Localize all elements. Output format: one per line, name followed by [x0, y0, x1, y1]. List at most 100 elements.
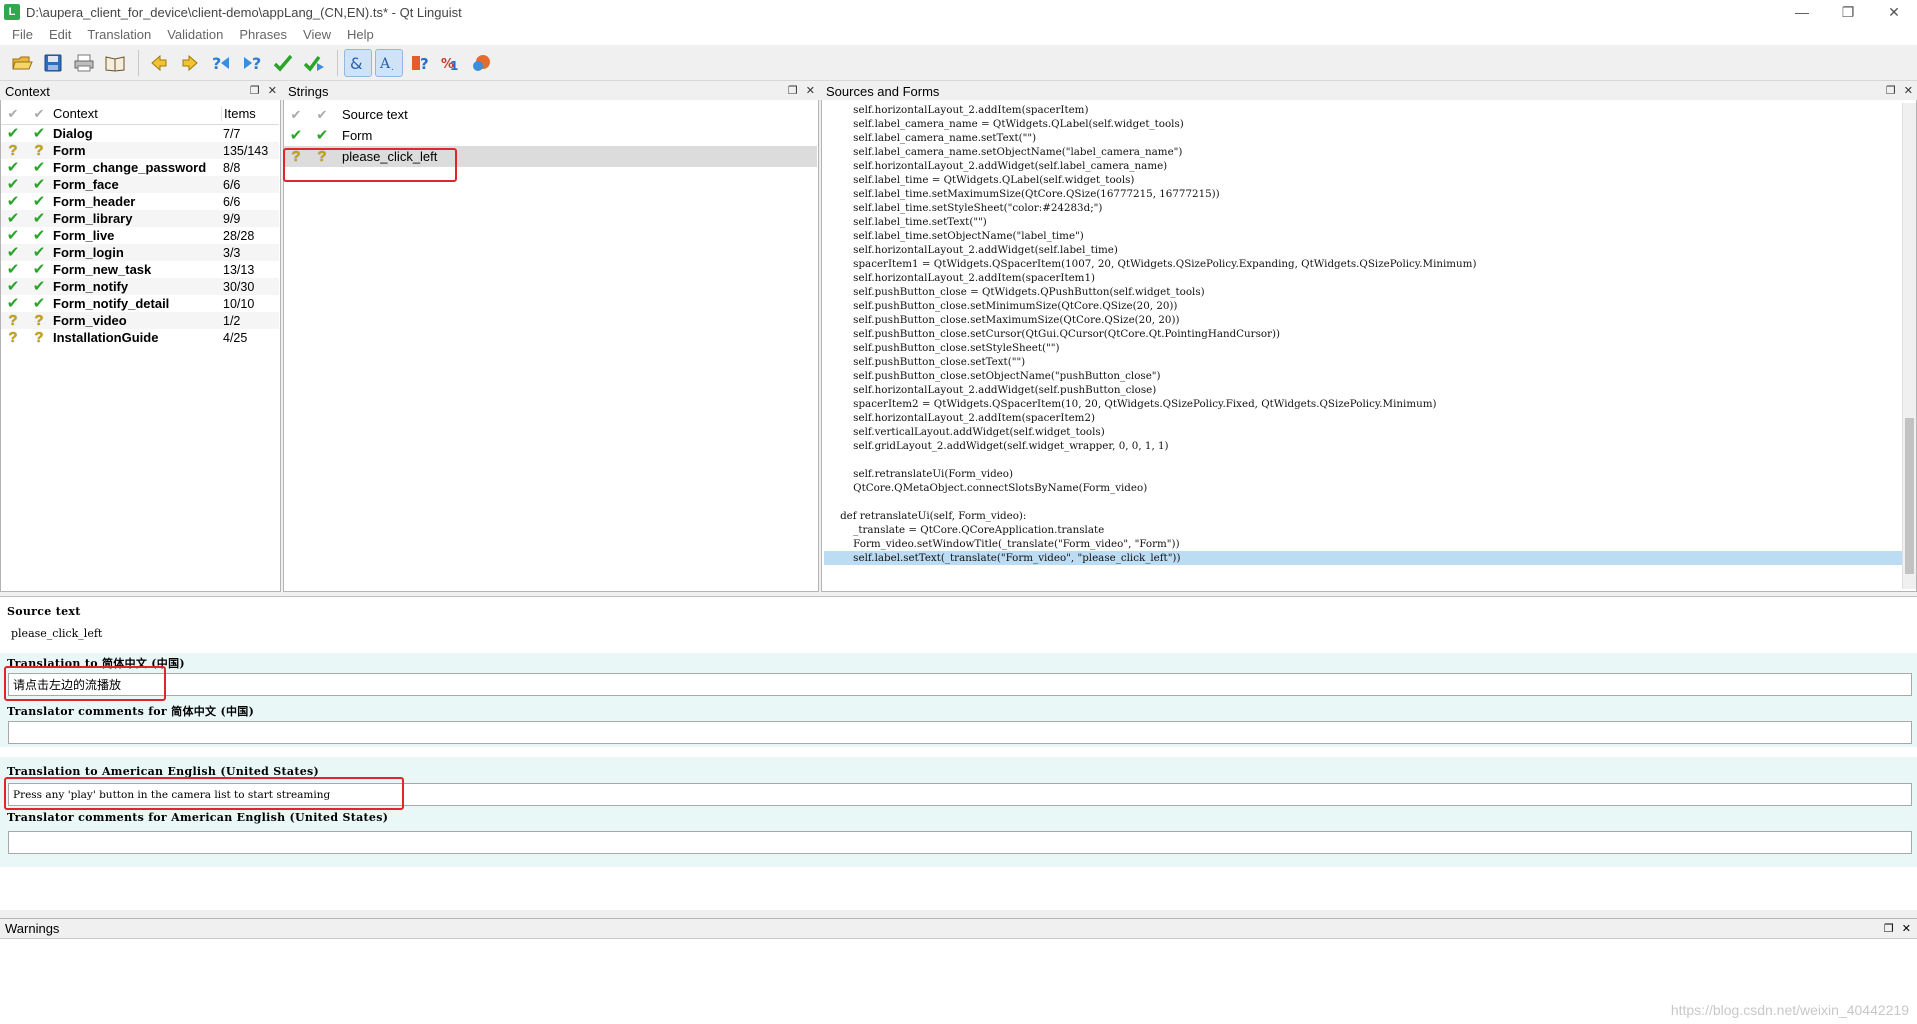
close-icon[interactable]: ✕: [268, 84, 277, 97]
close-icon[interactable]: ✕: [1904, 84, 1913, 97]
menu-view[interactable]: View: [295, 27, 339, 42]
context-items: 1/2: [223, 313, 241, 328]
menu-translation[interactable]: Translation: [79, 27, 159, 42]
code-line: self.label_time.setText(""): [827, 216, 987, 228]
done-check-icon: ✔: [315, 127, 329, 144]
svg-text:.: .: [391, 62, 394, 73]
title-bar: L D:\aupera_client_for_device\client-dem…: [0, 0, 1917, 24]
code-line: self.pushButton_close.setCursor(QtGui.QC…: [827, 328, 1281, 340]
zh-translation-input[interactable]: 请点击左边的流播放: [8, 673, 1912, 696]
code-line: def retranslateUi(self, Form_video):: [827, 510, 1027, 522]
context-items: 30/30: [223, 279, 255, 294]
done-icon[interactable]: [269, 49, 297, 77]
source-scrollbar[interactable]: [1902, 103, 1916, 589]
done-check-icon: ✔: [6, 244, 20, 261]
context-row[interactable]: ✔ ✔ Form_notify_detail 10/10: [1, 295, 279, 312]
code-line: self.gridLayout_2.addWidget(self.widget_…: [827, 440, 1169, 452]
phrasebook-icon[interactable]: [101, 49, 129, 77]
code-line: self.pushButton_close.setMaximumSize(QtC…: [827, 314, 1180, 326]
source-text-label: Source text: [7, 605, 81, 618]
context-row[interactable]: ✔ ✔ Form_login 3/3: [1, 244, 279, 261]
code-line: self.horizontalLayout_2.addWidget(self.p…: [827, 384, 1157, 396]
minimize-button[interactable]: —: [1779, 0, 1825, 24]
context-row[interactable]: ✔ ✔ Form_live 28/28: [1, 227, 279, 244]
context-row[interactable]: ✔ ✔ Form_library 9/9: [1, 210, 279, 227]
code-line: self.retranslateUi(Form_video): [827, 468, 1013, 480]
strings-panel-header: Strings ❐ ✕: [283, 82, 819, 100]
context-row[interactable]: ✔ ✔ Form_notify 30/30: [1, 278, 279, 295]
accelerators-icon[interactable]: &: [344, 48, 372, 77]
unfinished-question-icon: ?: [8, 329, 18, 346]
placeholder-icon[interactable]: % 1: [437, 49, 465, 77]
context-row[interactable]: ?? Form_video 1/2: [1, 312, 279, 329]
open-icon[interactable]: [8, 49, 36, 77]
context-name: Form_change_password: [53, 160, 207, 175]
code-line: spacerItem1 = QtWidgets.QSpacerItem(1007…: [827, 258, 1477, 270]
float-icon[interactable]: ❐: [1884, 922, 1894, 935]
strings-panel-title: Strings: [288, 83, 329, 99]
punctuation-icon[interactable]: A.: [375, 48, 403, 77]
close-icon[interactable]: ✕: [806, 84, 815, 97]
menu-file[interactable]: File: [4, 27, 41, 42]
done-check-icon: ✔: [32, 244, 46, 261]
code-line: self.label_time = QtWidgets.QLabel(self.…: [827, 174, 1135, 186]
done-next-icon[interactable]: [300, 49, 328, 77]
check-icon: ✔: [33, 106, 45, 121]
context-row[interactable]: ?? Form 135/143: [1, 142, 279, 159]
save-icon[interactable]: [39, 49, 67, 77]
context-panel-title: Context: [5, 83, 50, 99]
done-check-icon: ✔: [32, 159, 46, 176]
context-items: 135/143: [223, 143, 269, 158]
next-icon[interactable]: [176, 49, 204, 77]
context-column-header[interactable]: Context: [53, 106, 221, 121]
code-line-highlighted: self.label.setText(_translate("Form_vide…: [824, 551, 1902, 565]
context-name: InstallationGuide: [53, 330, 159, 345]
highlight-box-zh: [4, 666, 166, 701]
context-name: Form_login: [53, 245, 124, 260]
done-check-icon: ✔: [6, 159, 20, 176]
window-title: D:\aupera_client_for_device\client-demo\…: [26, 4, 462, 20]
zh-comments-input[interactable]: [8, 721, 1912, 744]
context-name: Form_library: [53, 211, 133, 226]
menu-edit[interactable]: Edit: [41, 27, 79, 42]
context-row[interactable]: ✔ ✔ Dialog 7/7: [1, 125, 279, 142]
context-row[interactable]: ✔ ✔ Form_new_task 13/13: [1, 261, 279, 278]
menu-phrases[interactable]: Phrases: [231, 27, 295, 42]
sources-panel-title: Sources and Forms: [826, 83, 940, 99]
watermark-text: https://blog.csdn.net/weixin_40442219: [1670, 1002, 1909, 1018]
source-text-column-header[interactable]: Source text: [336, 107, 408, 122]
context-row[interactable]: ✔ ✔ Form_header 6/6: [1, 193, 279, 210]
print-icon[interactable]: [70, 49, 98, 77]
menu-validation[interactable]: Validation: [159, 27, 231, 42]
warnings-panel-title: Warnings: [5, 921, 60, 936]
context-row[interactable]: ✔ ✔ Form_change_password 8/8: [1, 159, 279, 176]
context-items: 6/6: [223, 194, 241, 209]
float-icon[interactable]: ❐: [1886, 84, 1896, 97]
string-row-form[interactable]: ✔ ✔ Form: [284, 125, 817, 146]
float-icon[interactable]: ❐: [250, 84, 260, 97]
close-button[interactable]: ✕: [1871, 0, 1917, 24]
en-comments-input[interactable]: [8, 831, 1912, 854]
next-unfinished-icon[interactable]: ?: [238, 49, 266, 77]
code-line: self.label_camera_name = QtWidgets.QLabe…: [827, 118, 1184, 130]
unfinished-question-icon: ?: [34, 329, 44, 346]
maximize-button[interactable]: ❐: [1825, 0, 1871, 24]
scrollbar-thumb[interactable]: [1905, 418, 1914, 574]
length-icon[interactable]: [468, 49, 496, 77]
prev-unfinished-icon[interactable]: ?: [207, 49, 235, 77]
code-line: _translate = QtCore.QCoreApplication.tra…: [827, 524, 1105, 536]
context-row[interactable]: ✔ ✔ Form_face 6/6: [1, 176, 279, 193]
close-icon[interactable]: ✕: [1902, 922, 1911, 935]
menu-help[interactable]: Help: [339, 27, 382, 42]
done-check-icon: ✔: [32, 125, 46, 142]
code-line: Form_video.setWindowTitle(_translate("Fo…: [827, 538, 1180, 550]
phrase-match-icon[interactable]: ?: [406, 49, 434, 77]
prev-icon[interactable]: [145, 49, 173, 77]
float-icon[interactable]: ❐: [788, 84, 798, 97]
code-line: self.verticalLayout.addWidget(self.widge…: [827, 426, 1105, 438]
source-code-view[interactable]: self.horizontalLayout_2.addItem(spacerIt…: [824, 103, 1902, 589]
svg-text:?: ?: [420, 55, 429, 73]
translation-editor: Source text please_click_left Translatio…: [0, 596, 1917, 910]
items-column-header[interactable]: Items: [221, 106, 279, 121]
context-row[interactable]: ?? InstallationGuide 4/25: [1, 329, 279, 346]
